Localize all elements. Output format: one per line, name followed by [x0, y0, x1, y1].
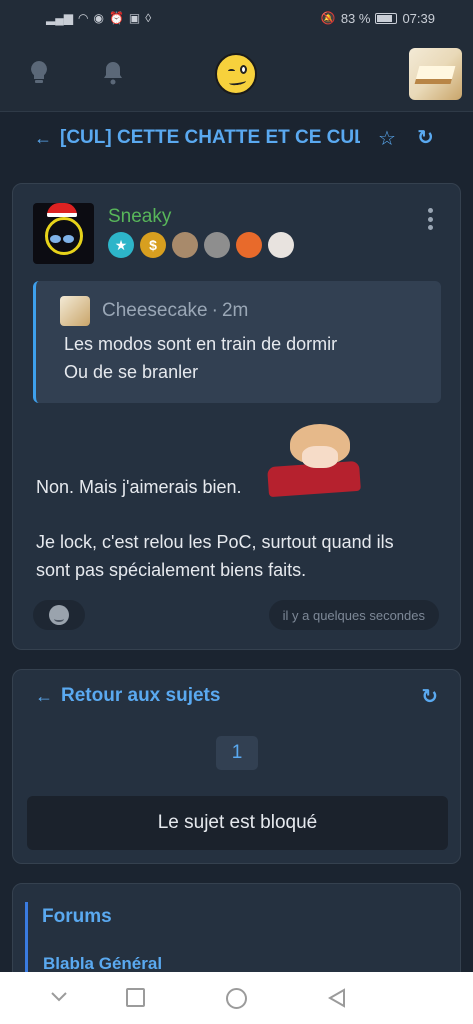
app-header — [0, 36, 473, 112]
post-body-line: sont pas spécialement biens faits. — [36, 560, 307, 580]
avatar-badge-icon — [172, 232, 198, 258]
wifi-icon: ◠ — [77, 11, 89, 25]
signal-icon: ▂▄▆ — [46, 11, 73, 25]
user-avatar[interactable] — [409, 48, 462, 100]
page-number-button[interactable]: 1 — [216, 736, 258, 770]
mute-bell-icon: 🔕 — [320, 11, 336, 25]
author-badges: ★ $ — [108, 232, 294, 258]
back-to-topics-label: Retour aux sujets — [61, 685, 221, 706]
back-to-topics-link[interactable]: ← Retour aux sujets — [35, 685, 220, 707]
refresh-icon[interactable]: ↻ — [421, 684, 438, 709]
author-username[interactable]: Sneaky — [108, 206, 171, 228]
alarm-icon: ⏰ — [108, 11, 124, 25]
refresh-icon[interactable]: ↻ — [417, 125, 434, 150]
topic-header: ← [CUL] CETTE CHATTE ET CE CUL ☆ ↻ — [0, 112, 473, 164]
reaction-face-icon — [49, 605, 69, 625]
quote-author-avatar — [60, 296, 90, 326]
quoted-message: Cheesecake · 2m Les modos sont en train de… — [33, 281, 441, 403]
quote-author-line: Cheesecake · 2m — [102, 300, 248, 322]
quote-separator: · — [211, 300, 218, 321]
clock: 07:39 — [402, 10, 435, 26]
back-arrow-icon: ← — [35, 685, 53, 706]
back-arrow-icon[interactable]: ← — [34, 128, 56, 149]
sticker-image — [267, 424, 361, 498]
post-body-line: Je lock, c'est relou les PoC, surtout qu… — [36, 532, 394, 552]
home-icon[interactable] — [226, 988, 247, 1009]
quote-time: 2m — [221, 300, 249, 321]
battery-icon — [375, 12, 398, 24]
avatar-badge-icon — [204, 232, 230, 258]
avatar-badge-icon — [268, 232, 294, 258]
post-card: Sneaky ★ $ Cheesecake · 2m Les modos sont … — [12, 183, 461, 650]
status-icons-right: 🔕 83 % 07:39 — [321, 11, 435, 26]
status-icons-left: ▂▄▆ ◠ ◉ ⏰ ▣ ◊ — [46, 12, 151, 24]
favorite-star-icon[interactable]: ☆ — [378, 126, 396, 151]
topic-title: [CUL] CETTE CHATTE ET CE CUL — [60, 127, 360, 148]
hide-keyboard-icon[interactable] — [50, 988, 68, 1006]
add-reaction-button[interactable] — [33, 600, 85, 630]
back-triangle-icon[interactable] — [327, 988, 347, 1008]
emoji-badge-icon — [236, 232, 262, 258]
quote-line: Ou de se branler — [64, 362, 199, 382]
more-options-icon[interactable] — [428, 208, 434, 230]
system-navigation-bar — [0, 972, 473, 1024]
location-icon: ◊ — [145, 11, 152, 25]
quote-author-name[interactable]: Cheesecake — [102, 300, 208, 321]
dollar-badge-icon: $ — [140, 232, 166, 258]
eye-icon: ◉ — [93, 11, 104, 25]
screenshot-icon: ▣ — [128, 11, 141, 25]
status-bar: ▂▄▆ ◠ ◉ ⏰ ▣ ◊ 🔕 83 % 07:39 — [0, 0, 473, 36]
locked-topic-notice: Le sujet est bloqué — [27, 796, 448, 850]
post-body-line: Non. Mais j'aimerais bien. — [36, 477, 242, 497]
author-avatar[interactable] — [33, 203, 94, 264]
forums-title: Forums — [42, 906, 112, 927]
bell-icon[interactable] — [98, 56, 128, 90]
quote-line: Les modos sont en train de dormir — [64, 334, 338, 354]
smiley-logo-icon[interactable] — [215, 53, 257, 95]
battery-percent: 83 % — [340, 10, 371, 26]
topic-navigation-card: ← Retour aux sujets ↻ 1 Le sujet est blo… — [12, 669, 461, 864]
post-timestamp: il y a quelques secondes — [268, 600, 439, 630]
star-badge-icon: ★ — [108, 232, 134, 258]
forum-link[interactable]: Blabla Général — [43, 954, 162, 974]
recent-apps-icon[interactable] — [126, 988, 145, 1007]
lightbulb-icon[interactable] — [24, 56, 54, 90]
